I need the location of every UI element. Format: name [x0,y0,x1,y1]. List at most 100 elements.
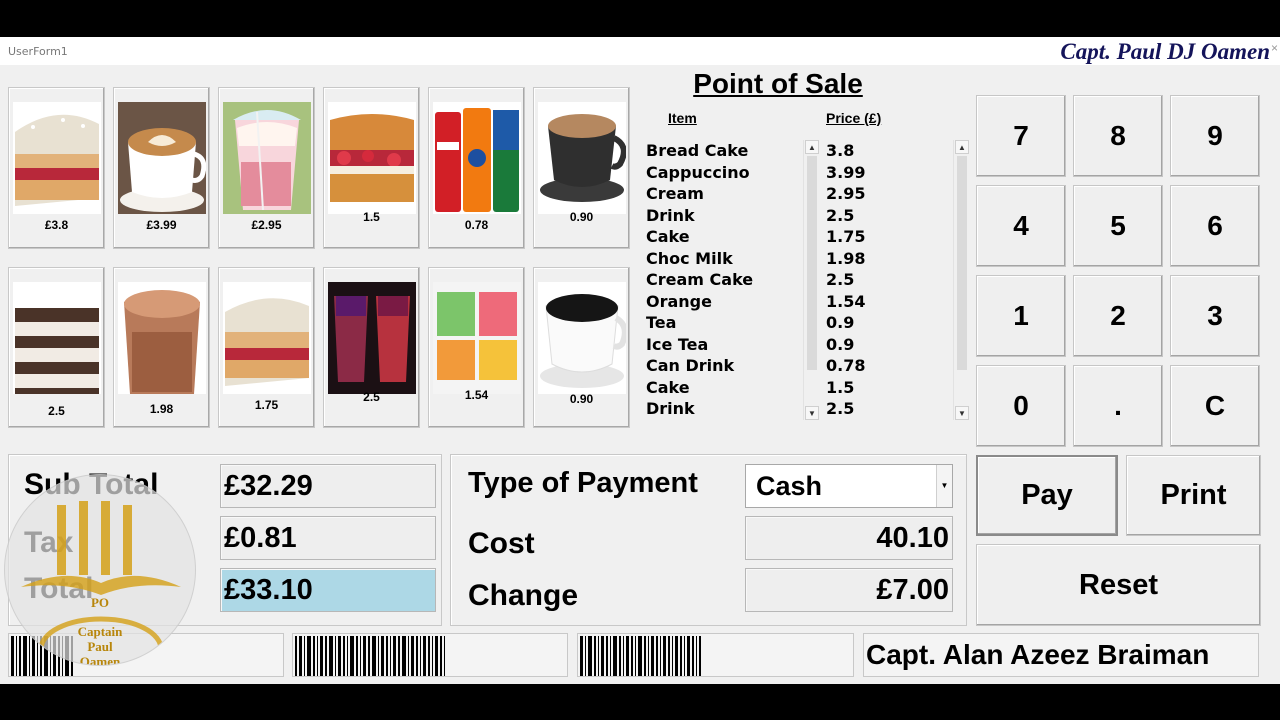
layer-cake-tile[interactable]: 2.5 [8,267,105,428]
item-column-header: Item [668,110,697,126]
tile-price: 0.90 [569,392,594,406]
list-item[interactable]: 0.9 [826,334,952,356]
list-item[interactable]: 1.54 [826,291,952,313]
cream-tile[interactable]: £2.95 [218,87,315,249]
ice-tea-cup-icon [538,282,626,394]
list-item[interactable]: 1.5 [826,377,952,399]
scroll-down-icon[interactable]: ▼ [955,406,969,420]
item-listbox[interactable]: Bread Cake Cappuccino Cream Drink Cake Choc M… [646,140,804,420]
bread-cake-icon [13,102,101,214]
list-item[interactable]: Tea [646,312,804,334]
scroll-thumb[interactable] [957,156,967,370]
tile-price: 1.5 [363,210,380,224]
key-7[interactable]: 7 [976,95,1066,177]
cost-field[interactable]: 40.10 [745,516,953,560]
scroll-down-icon[interactable]: ▼ [805,406,819,420]
tea-cup-icon [538,102,626,214]
pay-button[interactable]: Pay [976,455,1118,536]
key-decimal[interactable]: . [1073,365,1163,447]
subtotal-field[interactable]: £32.29 [220,464,436,508]
key-clear[interactable]: C [1170,365,1260,447]
price-column-header: Price (£) [826,110,882,126]
key-9[interactable]: 9 [1170,95,1260,177]
page-title: Point of Sale [693,68,863,99]
key-0[interactable]: 0 [976,365,1066,447]
orange-tile[interactable]: 1.54 [428,267,525,428]
key-2[interactable]: 2 [1073,275,1163,357]
price-list-scrollbar[interactable]: ▲ ▼ [953,140,969,420]
key-5[interactable]: 5 [1073,185,1163,267]
list-item[interactable]: Ice Tea [646,334,804,356]
list-item[interactable]: Orange [646,291,804,313]
list-item[interactable]: Cappuccino [646,162,804,184]
scroll-up-icon[interactable]: ▲ [955,140,969,154]
tile-price: 1.54 [464,388,489,402]
bread-cake-tile[interactable]: £3.8 [8,87,105,249]
price-listbox[interactable]: 3.8 3.99 2.95 2.5 1.75 1.98 2.5 1.54 0.9 0.9 0.78 1… [826,140,952,420]
payment-type-value: Cash [756,471,823,501]
scroll-thumb[interactable] [807,156,817,370]
list-item[interactable]: 0.9 [826,312,952,334]
list-item[interactable]: 2.95 [826,183,952,205]
key-4[interactable]: 4 [976,185,1066,267]
drink-tile[interactable]: 2.5 [323,267,420,428]
tile-price: 0.78 [464,218,489,232]
list-item[interactable]: Cream Cake [646,269,804,291]
payment-type-dropdown[interactable]: Cash ▼ [745,464,953,508]
list-item[interactable]: 1.98 [826,248,952,270]
total-field[interactable]: £33.10 [220,568,436,612]
list-item[interactable]: Cake [646,377,804,399]
key-6[interactable]: 6 [1170,185,1260,267]
cake-slice-icon [223,282,311,394]
tea-tile[interactable]: 0.90 [533,87,630,249]
tile-price: 1.75 [254,398,279,412]
barcode-icon [295,636,445,676]
list-item[interactable]: Cream [646,183,804,205]
change-field[interactable]: £7.00 [745,568,953,612]
fruit-drink-icon [328,282,416,394]
window-title: UserForm1 [8,45,68,58]
total-label: Total [24,572,94,605]
list-item[interactable]: 2.5 [826,269,952,291]
list-item[interactable]: 1.75 [826,226,952,248]
operator-name: Capt. Alan Azeez Braiman [863,633,1259,677]
list-item[interactable]: 3.8 [826,140,952,162]
list-item[interactable]: Cake [646,226,804,248]
tile-price: £2.95 [251,218,282,232]
tile-price: 0.90 [569,210,594,224]
tax-field[interactable]: £0.81 [220,516,436,560]
list-item[interactable]: 0.78 [826,355,952,377]
list-item[interactable]: 3.99 [826,162,952,184]
item-list-scrollbar[interactable]: ▲ ▼ [803,140,819,420]
list-item[interactable]: Can Drink [646,355,804,377]
list-item[interactable]: Drink [646,398,804,420]
list-item[interactable]: Choc Milk [646,248,804,270]
barcode-icon [580,636,701,676]
close-icon[interactable]: × [1271,41,1278,55]
choc-milk-tile[interactable]: 1.98 [113,267,210,428]
list-item[interactable]: 2.5 [826,398,952,420]
list-item[interactable]: Bread Cake [646,140,804,162]
cappuccino-icon [118,102,206,214]
juice-glasses-icon [433,282,521,394]
list-item[interactable]: Drink [646,205,804,227]
scroll-up-icon[interactable]: ▲ [805,140,819,154]
key-3[interactable]: 3 [1170,275,1260,357]
chevron-down-icon[interactable]: ▼ [936,465,952,507]
can-drink-tile[interactable]: 0.78 [428,87,525,249]
sponge-cake-tile[interactable]: 1.5 [323,87,420,249]
change-label: Change [468,579,579,612]
list-item[interactable]: 2.5 [826,205,952,227]
cappuccino-tile[interactable]: £3.99 [113,87,210,249]
reset-button[interactable]: Reset [976,544,1261,626]
print-button[interactable]: Print [1126,455,1261,536]
tax-label: Tax [24,526,74,559]
title-bar: UserForm1 Capt. Paul DJ Oamen × [0,37,1280,65]
can-drink-icon [433,102,521,214]
ice-tea-tile[interactable]: 0.90 [533,267,630,428]
cake-tile[interactable]: 1.75 [218,267,315,428]
tile-price: 2.5 [48,404,65,418]
key-8[interactable]: 8 [1073,95,1163,177]
key-1[interactable]: 1 [976,275,1066,357]
subtotal-label: Sub Total [24,468,159,501]
